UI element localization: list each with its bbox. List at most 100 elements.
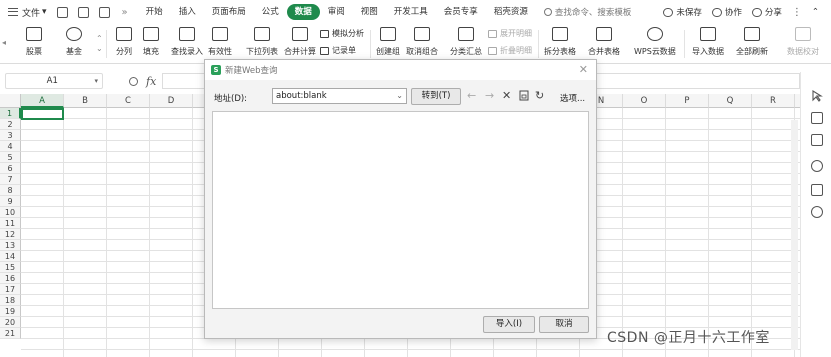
row-header[interactable]: 13	[0, 240, 21, 251]
share-button[interactable]: 分享	[751, 6, 782, 18]
row-header[interactable]: 16	[0, 273, 21, 284]
adjust-settings-icon[interactable]	[811, 112, 823, 124]
cancel-button[interactable]: 取消	[539, 316, 589, 333]
row-header[interactable]: 21	[0, 328, 21, 339]
fill-button[interactable]: 填充	[143, 24, 159, 57]
web-preview-pane[interactable]	[212, 111, 589, 309]
row-header[interactable]: 8	[0, 185, 21, 196]
row-header[interactable]: 3	[0, 130, 21, 141]
stock-button[interactable]: 股票	[26, 24, 42, 57]
tab-formulas[interactable]: 公式	[254, 4, 287, 20]
print-icon[interactable]	[98, 6, 110, 18]
fx-icon[interactable]: fx	[146, 75, 156, 88]
active-cell-a1[interactable]	[21, 108, 64, 120]
select-all-corner[interactable]	[0, 94, 21, 108]
export-icon[interactable]	[77, 6, 89, 18]
row-header[interactable]: 20	[0, 317, 21, 328]
column-header[interactable]: A	[21, 94, 64, 108]
tab-docer[interactable]: 稻壳资源	[486, 4, 536, 20]
cursor-select-icon[interactable]	[811, 90, 823, 102]
collapse-detail-button[interactable]: 折叠明细	[488, 45, 532, 56]
validity-button[interactable]: 有效性	[208, 24, 232, 57]
simulate-analysis-button[interactable]: 模拟分析	[320, 28, 364, 39]
column-header[interactable]: D	[150, 94, 193, 108]
row-header[interactable]: 5	[0, 152, 21, 163]
tab-insert[interactable]: 插入	[171, 4, 204, 20]
lookup-entry-button[interactable]: 查找录入	[171, 24, 203, 57]
more-options-icon[interactable]: ⋮	[792, 7, 802, 18]
wps-cloud-data-button[interactable]: WPS云数据	[634, 24, 676, 57]
create-group-button[interactable]: 创建组	[376, 24, 400, 57]
row-header[interactable]: 11	[0, 218, 21, 229]
forward-arrow-icon[interactable]: →	[485, 90, 494, 102]
import-button[interactable]: 导入(I)	[483, 316, 535, 333]
subtotal-button[interactable]: 分类汇总	[450, 24, 482, 57]
save-query-icon[interactable]	[519, 90, 529, 104]
row-header[interactable]: 18	[0, 295, 21, 306]
row-header[interactable]: 7	[0, 174, 21, 185]
chevron-down-icon[interactable]: ⌄	[396, 89, 403, 103]
save-icon[interactable]	[56, 6, 68, 18]
merge-table-button[interactable]: 合并表格	[588, 24, 620, 57]
column-header[interactable]: Q	[709, 94, 752, 108]
ribbon-scroll-left-icon[interactable]: ◂	[2, 38, 6, 47]
address-combobox[interactable]: about:blank ⌄	[272, 88, 407, 104]
tab-view[interactable]: 视图	[353, 4, 386, 20]
image-icon[interactable]	[811, 184, 823, 196]
row-header[interactable]: 4	[0, 141, 21, 152]
help-icon[interactable]	[811, 160, 823, 172]
column-header[interactable]: R	[752, 94, 795, 108]
tab-data[interactable]: 数据	[286, 4, 320, 20]
dialog-titlebar[interactable]: S 新建Web查询 ✕	[205, 60, 596, 80]
split-column-button[interactable]: 分列	[116, 24, 132, 57]
collab-button[interactable]: 协作	[711, 6, 742, 18]
refresh-all-button[interactable]: 全部刷新	[736, 24, 768, 57]
tab-home[interactable]: 开始	[138, 4, 171, 20]
hamburger-icon[interactable]	[8, 8, 18, 16]
row-header[interactable]: 19	[0, 306, 21, 317]
close-icon[interactable]: ✕	[579, 63, 588, 76]
record-button[interactable]: 记录单	[320, 45, 356, 56]
options-link[interactable]: 选项...	[560, 92, 585, 104]
import-data-button[interactable]: 导入数据	[692, 24, 724, 57]
column-header[interactable]: B	[64, 94, 107, 108]
dropdown-list-button[interactable]: 下拉列表	[246, 24, 278, 57]
row-header[interactable]: 12	[0, 229, 21, 240]
column-header[interactable]: O	[623, 94, 666, 108]
split-table-button[interactable]: 拆分表格	[544, 24, 576, 57]
command-search[interactable]: 查找命令、搜索模板	[543, 6, 631, 18]
fund-button[interactable]: 基金	[66, 24, 82, 57]
column-header[interactable]: P	[666, 94, 709, 108]
column-header[interactable]: C	[107, 94, 150, 108]
location-pin-icon[interactable]	[811, 206, 823, 218]
row-header[interactable]: 14	[0, 251, 21, 262]
row-header[interactable]: 17	[0, 284, 21, 295]
data-verify-button[interactable]: 数据校对	[787, 24, 819, 57]
collapse-ribbon-icon[interactable]: ⌃	[812, 7, 819, 17]
more-chevron-icon[interactable]: »	[122, 7, 128, 18]
stop-icon[interactable]: ✕	[502, 90, 511, 102]
ungroup-button[interactable]: 取消组合	[406, 24, 438, 57]
file-menu[interactable]: 文件 ▾	[22, 6, 47, 19]
row-header[interactable]: 6	[0, 163, 21, 174]
vertical-scrollbar[interactable]	[791, 120, 798, 350]
merge-calc-button[interactable]: 合并计算	[284, 24, 316, 57]
zoom-icon[interactable]	[129, 76, 138, 86]
tab-member[interactable]: 会员专享	[436, 4, 486, 20]
row-header[interactable]: 1	[0, 108, 21, 119]
row-header[interactable]: 15	[0, 262, 21, 273]
name-box[interactable]: A1 ▾	[5, 73, 103, 89]
tab-developer[interactable]: 开发工具	[386, 4, 436, 20]
tab-review[interactable]: 审阅	[320, 4, 353, 20]
refresh-icon[interactable]: ↻	[535, 90, 544, 102]
expand-detail-button[interactable]: 展开明细	[488, 28, 532, 39]
ribbon-expand-icon[interactable]: ⌃ ⌄	[96, 34, 103, 54]
row-header[interactable]: 9	[0, 196, 21, 207]
row-header[interactable]: 10	[0, 207, 21, 218]
crop-icon[interactable]	[811, 134, 823, 146]
unsaved-status[interactable]: 未保存	[663, 6, 702, 18]
goto-button[interactable]: 转到(T)	[411, 88, 461, 105]
tab-page-layout[interactable]: 页面布局	[204, 4, 254, 20]
back-arrow-icon[interactable]: ←	[467, 90, 476, 102]
row-header[interactable]: 2	[0, 119, 21, 130]
